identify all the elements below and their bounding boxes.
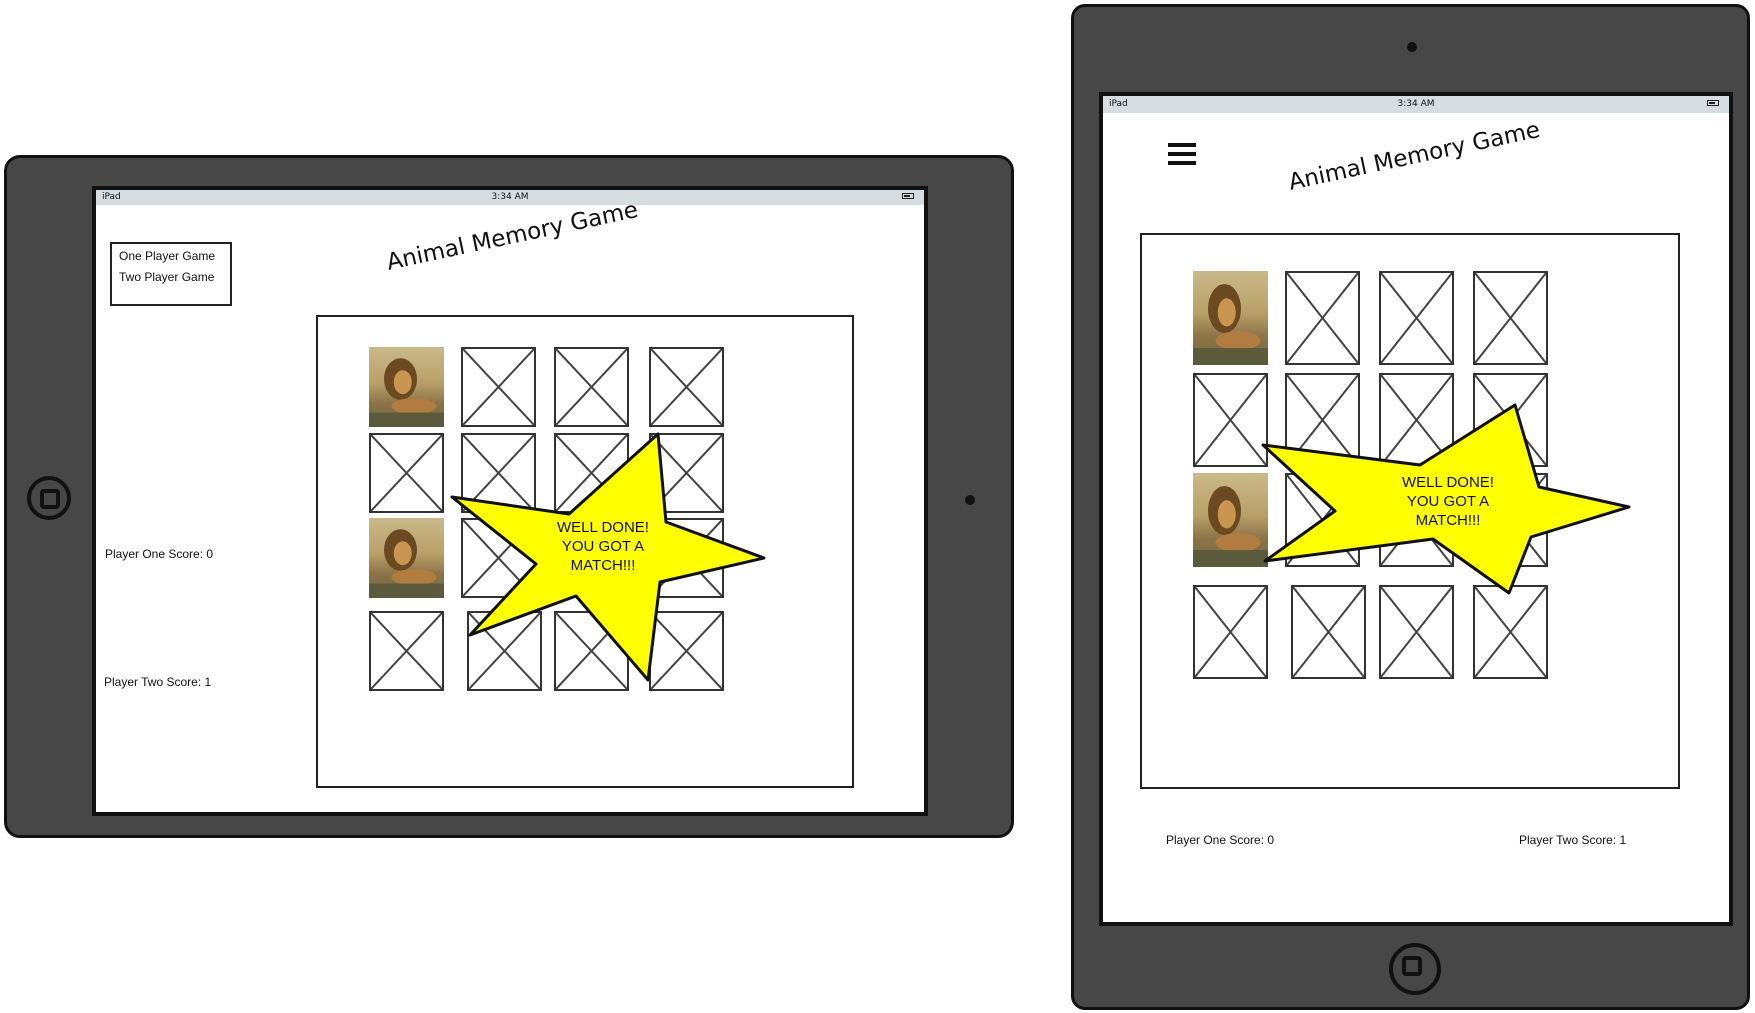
player-one-score: Player One Score: 0 xyxy=(1166,833,1275,847)
image-placeholder-icon xyxy=(1381,273,1452,363)
player-two-score: Player Two Score: 1 xyxy=(104,675,212,689)
status-time: 3:34 AM xyxy=(1397,99,1435,109)
image-placeholder-icon xyxy=(371,435,442,511)
card-face-down[interactable] xyxy=(1285,271,1360,365)
battery-icon xyxy=(1707,100,1719,106)
image-placeholder-icon xyxy=(1475,587,1546,677)
lion-photo xyxy=(1193,284,1268,365)
match-message: WELL DONE! YOU GOT A MATCH!!! xyxy=(1402,474,1494,529)
hamburger-icon xyxy=(1168,143,1196,147)
card-face-down[interactable] xyxy=(649,347,724,427)
player-one-score: Player One Score: 0 xyxy=(105,547,214,561)
match-message: WELL DONE! YOU GOT A MATCH!!! xyxy=(557,519,649,574)
image-placeholder-icon xyxy=(651,349,722,425)
page-title: Animal Memory Game xyxy=(1286,117,1543,196)
card-face-down[interactable] xyxy=(1473,271,1548,365)
home-button-icon[interactable] xyxy=(1389,943,1441,995)
card-face-down[interactable] xyxy=(1291,585,1366,679)
card-face-down[interactable] xyxy=(1193,585,1268,679)
lion-photo xyxy=(1193,486,1268,567)
card-face-down[interactable] xyxy=(369,433,444,513)
image-placeholder-icon xyxy=(1195,587,1266,677)
image-placeholder-icon xyxy=(1287,273,1358,363)
card-revealed-lion[interactable] xyxy=(369,347,444,427)
hamburger-menu-button[interactable] xyxy=(1168,143,1196,165)
player-two-score: Player Two Score: 1 xyxy=(1519,833,1627,847)
image-placeholder-icon xyxy=(463,349,534,425)
battery-icon xyxy=(902,193,914,199)
home-button-icon[interactable] xyxy=(27,476,71,520)
card-revealed-lion[interactable] xyxy=(1193,473,1268,567)
ipad-portrait-screen: iPad 3:34 AM Animal Memory Game WELL DON… xyxy=(1099,92,1733,926)
image-placeholder-icon xyxy=(1475,273,1546,363)
card-face-down[interactable] xyxy=(554,347,629,427)
status-time: 3:34 AM xyxy=(491,192,529,202)
status-bar: iPad 3:34 AM xyxy=(1103,96,1729,113)
image-placeholder-icon xyxy=(1195,375,1266,465)
card-face-down[interactable] xyxy=(1379,585,1454,679)
card-face-down[interactable] xyxy=(369,611,444,691)
card-face-down[interactable] xyxy=(1193,373,1268,467)
status-bar: iPad 3:34 AM xyxy=(96,190,924,205)
ipad-landscape-frame: iPad 3:34 AM One Player Game Two Player … xyxy=(4,155,1014,838)
lion-photo xyxy=(369,529,444,598)
card-face-down[interactable] xyxy=(461,347,536,427)
lion-photo xyxy=(369,358,444,427)
camera-dot-icon xyxy=(965,495,975,505)
game-mode-menu: One Player Game Two Player Game xyxy=(110,242,232,306)
two-player-game-option[interactable]: Two Player Game xyxy=(119,270,214,284)
card-face-down[interactable] xyxy=(1379,271,1454,365)
image-placeholder-icon xyxy=(556,349,627,425)
card-revealed-lion[interactable] xyxy=(369,518,444,598)
image-placeholder-icon xyxy=(1381,587,1452,677)
image-placeholder-icon xyxy=(371,613,442,689)
camera-dot-icon xyxy=(1407,42,1417,52)
page-title: Animal Memory Game xyxy=(384,197,641,276)
ipad-landscape-screen: iPad 3:34 AM One Player Game Two Player … xyxy=(92,186,928,816)
one-player-game-option[interactable]: One Player Game xyxy=(119,249,215,263)
ipad-portrait-frame: iPad 3:34 AM Animal Memory Game WELL DON… xyxy=(1071,4,1750,1010)
card-revealed-lion[interactable] xyxy=(1193,271,1268,365)
image-placeholder-icon xyxy=(1293,587,1364,677)
card-face-down[interactable] xyxy=(1473,585,1548,679)
